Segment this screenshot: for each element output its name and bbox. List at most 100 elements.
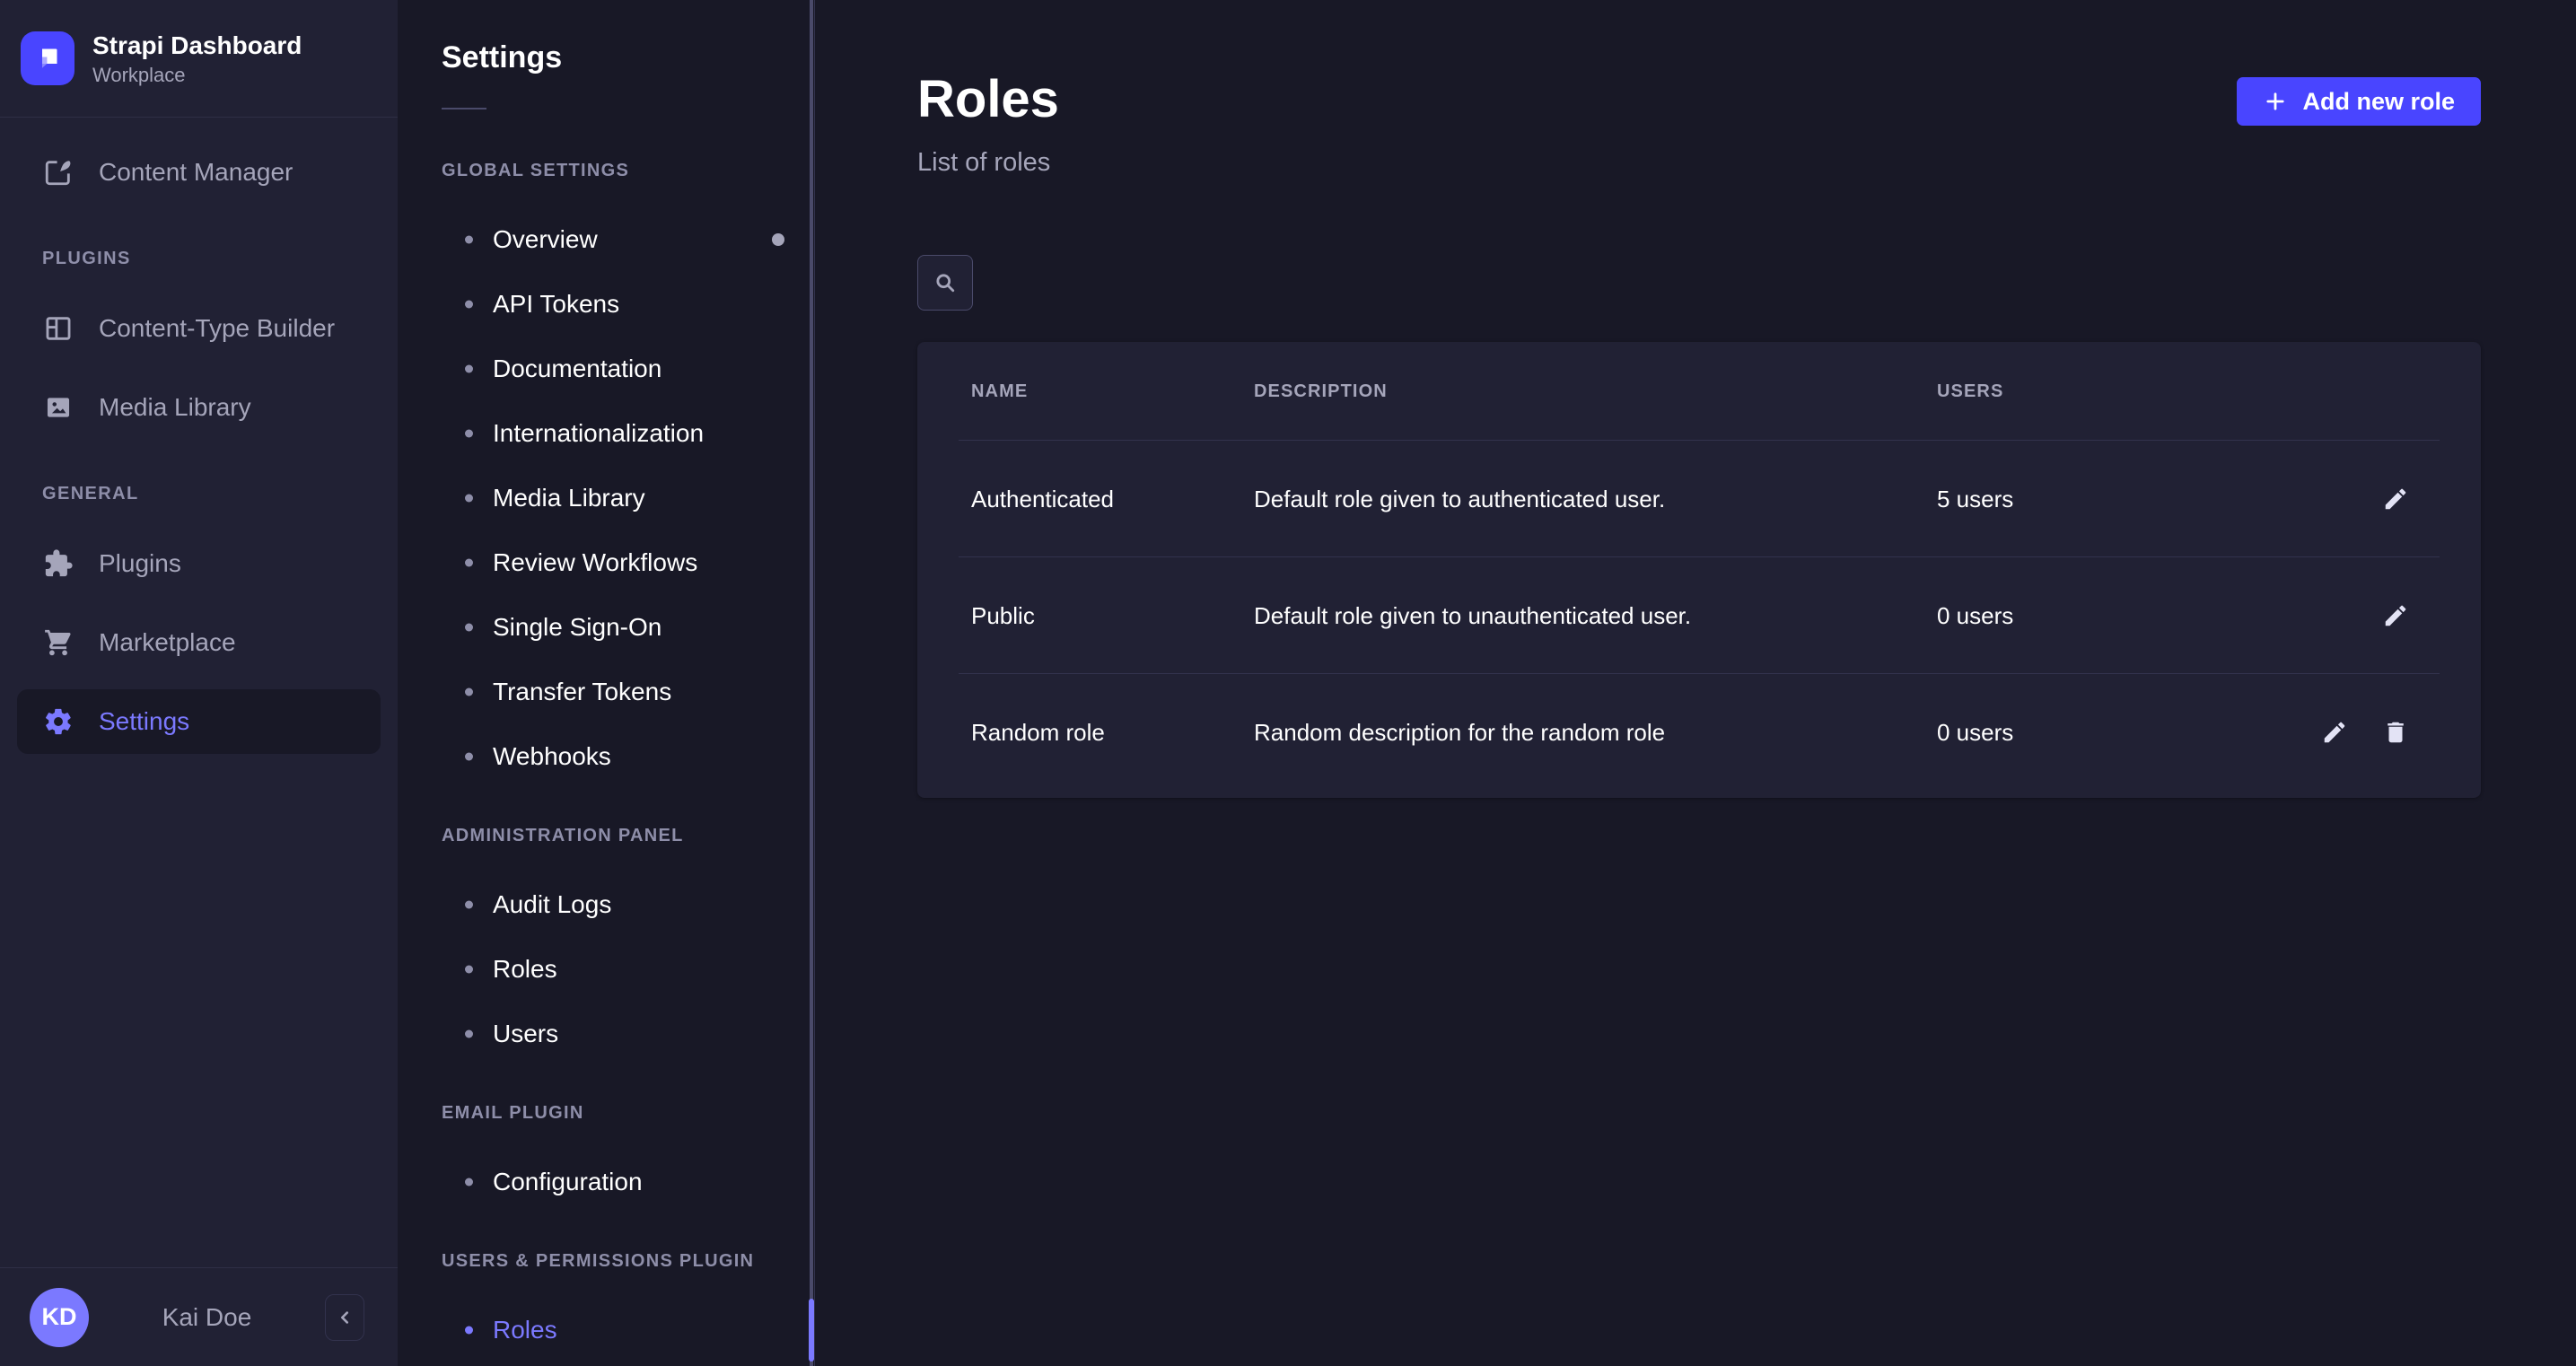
subnav-section-administration-panel: ADMINISTRATION PANEL xyxy=(442,825,796,846)
subnav-item-label: Roles xyxy=(493,955,557,984)
subnav-item-label: Users xyxy=(493,1020,558,1048)
column-header-users: USERS xyxy=(1937,381,2409,402)
subnav-section-global-settings: GLOBAL SETTINGS xyxy=(442,160,796,181)
subnav-item-webhooks[interactable]: Webhooks xyxy=(398,724,814,789)
subnav-item-label: Media Library xyxy=(493,484,645,512)
nav-item-content-manager[interactable]: Content Manager xyxy=(17,140,381,205)
subnav-item-configuration[interactable]: Configuration xyxy=(398,1150,814,1214)
subnav-title: Settings xyxy=(398,0,814,75)
role-name: Public xyxy=(971,602,1254,630)
subnav-scrollbar-thumb[interactable] xyxy=(809,1299,814,1362)
trash-icon xyxy=(2382,719,2409,746)
subnav-item-users[interactable]: Users xyxy=(398,1002,814,1066)
row-actions xyxy=(2321,719,2409,746)
add-new-role-label: Add new role xyxy=(2302,88,2455,116)
column-header-name: NAME xyxy=(971,381,1254,402)
overview-notification-dot xyxy=(772,233,784,246)
page-subtitle: List of roles xyxy=(917,147,1050,178)
subnav-item-label: Audit Logs xyxy=(493,890,611,919)
subnav-section-email-plugin: EMAIL PLUGIN xyxy=(442,1102,796,1124)
column-header-description: DESCRIPTION xyxy=(1254,381,1937,402)
brand-title: Strapi Dashboard xyxy=(92,31,302,61)
roles-table: NAME DESCRIPTION USERS Authenticated Def… xyxy=(917,342,2481,798)
role-name: Authenticated xyxy=(971,486,1254,513)
plus-icon xyxy=(2263,89,2288,114)
gear-icon xyxy=(42,705,74,738)
edit-role-button[interactable] xyxy=(2382,486,2409,512)
subnav-section-users-permissions-plugin: USERS & PERMISSIONS PLUGIN xyxy=(442,1250,796,1272)
shopping-cart-icon xyxy=(42,626,74,659)
collapse-sidebar-button[interactable] xyxy=(325,1294,364,1341)
nav-section-plugins: PLUGINS xyxy=(42,248,372,269)
subnav-item-label: API Tokens xyxy=(493,290,619,319)
subnav-item-api-tokens[interactable]: API Tokens xyxy=(398,272,814,337)
role-name: Random role xyxy=(971,719,1254,747)
nav-item-settings[interactable]: Settings xyxy=(17,689,381,754)
nav-item-marketplace[interactable]: Marketplace xyxy=(17,610,381,675)
row-actions xyxy=(2382,602,2409,629)
nav-item-content-type-builder[interactable]: Content-Type Builder xyxy=(17,296,381,361)
role-users-count: 0 users xyxy=(1937,719,2321,747)
table-row[interactable]: Public Default role given to unauthentic… xyxy=(917,557,2481,674)
puzzle-piece-icon xyxy=(42,547,74,580)
role-users-count: 5 users xyxy=(1937,486,2382,513)
subnav-item-label: Transfer Tokens xyxy=(493,678,671,706)
page-title: Roles xyxy=(917,70,1059,129)
table-row[interactable]: Random role Random description for the r… xyxy=(917,674,2481,791)
nav-item-label: Plugins xyxy=(99,549,181,578)
table-header-row: NAME DESCRIPTION USERS xyxy=(917,342,2481,441)
nav-item-label: Content-Type Builder xyxy=(99,314,335,343)
search-icon xyxy=(933,270,958,295)
search-button[interactable] xyxy=(917,255,973,311)
subnav-item-label: Webhooks xyxy=(493,742,611,771)
content-manager-icon xyxy=(42,156,74,188)
subnav-item-up-roles[interactable]: Roles xyxy=(398,1298,814,1362)
subnav-scrollbar-track[interactable] xyxy=(810,0,813,1366)
subnav-item-internationalization[interactable]: Internationalization xyxy=(398,401,814,466)
subnav-item-overview[interactable]: Overview xyxy=(398,207,814,272)
role-description: Random description for the random role xyxy=(1254,719,1937,747)
chevron-left-icon xyxy=(333,1306,356,1329)
nav-item-label: Settings xyxy=(99,707,189,736)
table-row[interactable]: Authenticated Default role given to auth… xyxy=(917,441,2481,557)
brand-text: Strapi Dashboard Workplace xyxy=(92,31,302,87)
edit-role-button[interactable] xyxy=(2321,719,2348,746)
main-sidebar: Strapi Dashboard Workplace Content Manag… xyxy=(0,0,398,1366)
user-name: Kai Doe xyxy=(89,1303,325,1332)
brand[interactable]: Strapi Dashboard Workplace xyxy=(0,0,398,118)
sidebar-footer: KD Kai Doe xyxy=(0,1267,398,1366)
nav-section-general: GENERAL xyxy=(42,483,372,504)
pencil-icon xyxy=(2382,602,2409,629)
subnav-item-single-sign-on[interactable]: Single Sign-On xyxy=(398,595,814,660)
strapi-logo-icon xyxy=(21,31,74,85)
subnav-item-label: Configuration xyxy=(493,1168,643,1196)
add-new-role-button[interactable]: Add new role xyxy=(2237,77,2481,126)
subnav-item-transfer-tokens[interactable]: Transfer Tokens xyxy=(398,660,814,724)
nav-item-label: Content Manager xyxy=(99,158,293,187)
pencil-icon xyxy=(2321,719,2348,746)
subnav-item-label: Internationalization xyxy=(493,419,704,448)
subnav-item-documentation[interactable]: Documentation xyxy=(398,337,814,401)
subnav-item-label: Single Sign-On xyxy=(493,613,662,642)
subnav-item-admin-roles[interactable]: Roles xyxy=(398,937,814,1002)
role-description: Default role given to unauthenticated us… xyxy=(1254,602,1937,630)
subnav-item-label: Documentation xyxy=(493,355,662,383)
avatar[interactable]: KD xyxy=(30,1288,89,1347)
nav-item-label: Marketplace xyxy=(99,628,236,657)
subnav-item-media-library[interactable]: Media Library xyxy=(398,466,814,530)
subnav-item-label: Roles xyxy=(493,1316,557,1344)
delete-role-button[interactable] xyxy=(2382,719,2409,746)
nav-item-plugins[interactable]: Plugins xyxy=(17,531,381,596)
nav-item-label: Media Library xyxy=(99,393,251,422)
role-users-count: 0 users xyxy=(1937,602,2382,630)
subnav-divider xyxy=(442,108,486,109)
subnav-item-audit-logs[interactable]: Audit Logs xyxy=(398,872,814,937)
pencil-icon xyxy=(2382,486,2409,512)
nav-item-media-library[interactable]: Media Library xyxy=(17,375,381,440)
subnav-item-review-workflows[interactable]: Review Workflows xyxy=(398,530,814,595)
main-nav-list: Content Manager PLUGINS Content-Type Bui… xyxy=(0,118,398,1267)
edit-role-button[interactable] xyxy=(2382,602,2409,629)
content-type-builder-icon xyxy=(42,312,74,345)
media-library-icon xyxy=(42,391,74,424)
row-actions xyxy=(2382,486,2409,512)
